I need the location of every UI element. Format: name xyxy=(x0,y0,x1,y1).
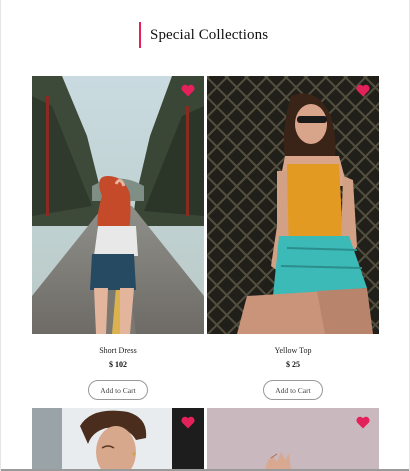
product-card[interactable]: Yellow Top $ 25 Add to Cart xyxy=(207,76,379,400)
add-to-cart-button[interactable]: Add to Cart xyxy=(263,380,323,400)
add-to-cart-button[interactable]: Add to Cart xyxy=(88,380,148,400)
section-title: Special Collections xyxy=(150,26,269,43)
product-name: Yellow Top xyxy=(274,346,312,355)
heart-icon[interactable] xyxy=(356,84,370,97)
heading-accent-bar xyxy=(139,22,141,48)
product-image[interactable] xyxy=(207,408,379,471)
product-image[interactable] xyxy=(32,408,204,471)
section-heading: Special Collections xyxy=(139,22,268,48)
product-image[interactable] xyxy=(32,76,204,334)
collections-page: Special Collections Short Dress $ 102 Ad… xyxy=(0,0,410,471)
heart-icon[interactable] xyxy=(356,416,370,429)
product-price: $ 25 xyxy=(286,360,300,369)
heart-icon[interactable] xyxy=(181,416,195,429)
product-image[interactable] xyxy=(207,76,379,334)
product-name: Short Dress xyxy=(99,346,137,355)
product-card[interactable]: Short Dress $ 102 Add to Cart xyxy=(32,76,204,400)
product-price: $ 102 xyxy=(109,360,127,369)
heart-icon[interactable] xyxy=(181,84,195,97)
